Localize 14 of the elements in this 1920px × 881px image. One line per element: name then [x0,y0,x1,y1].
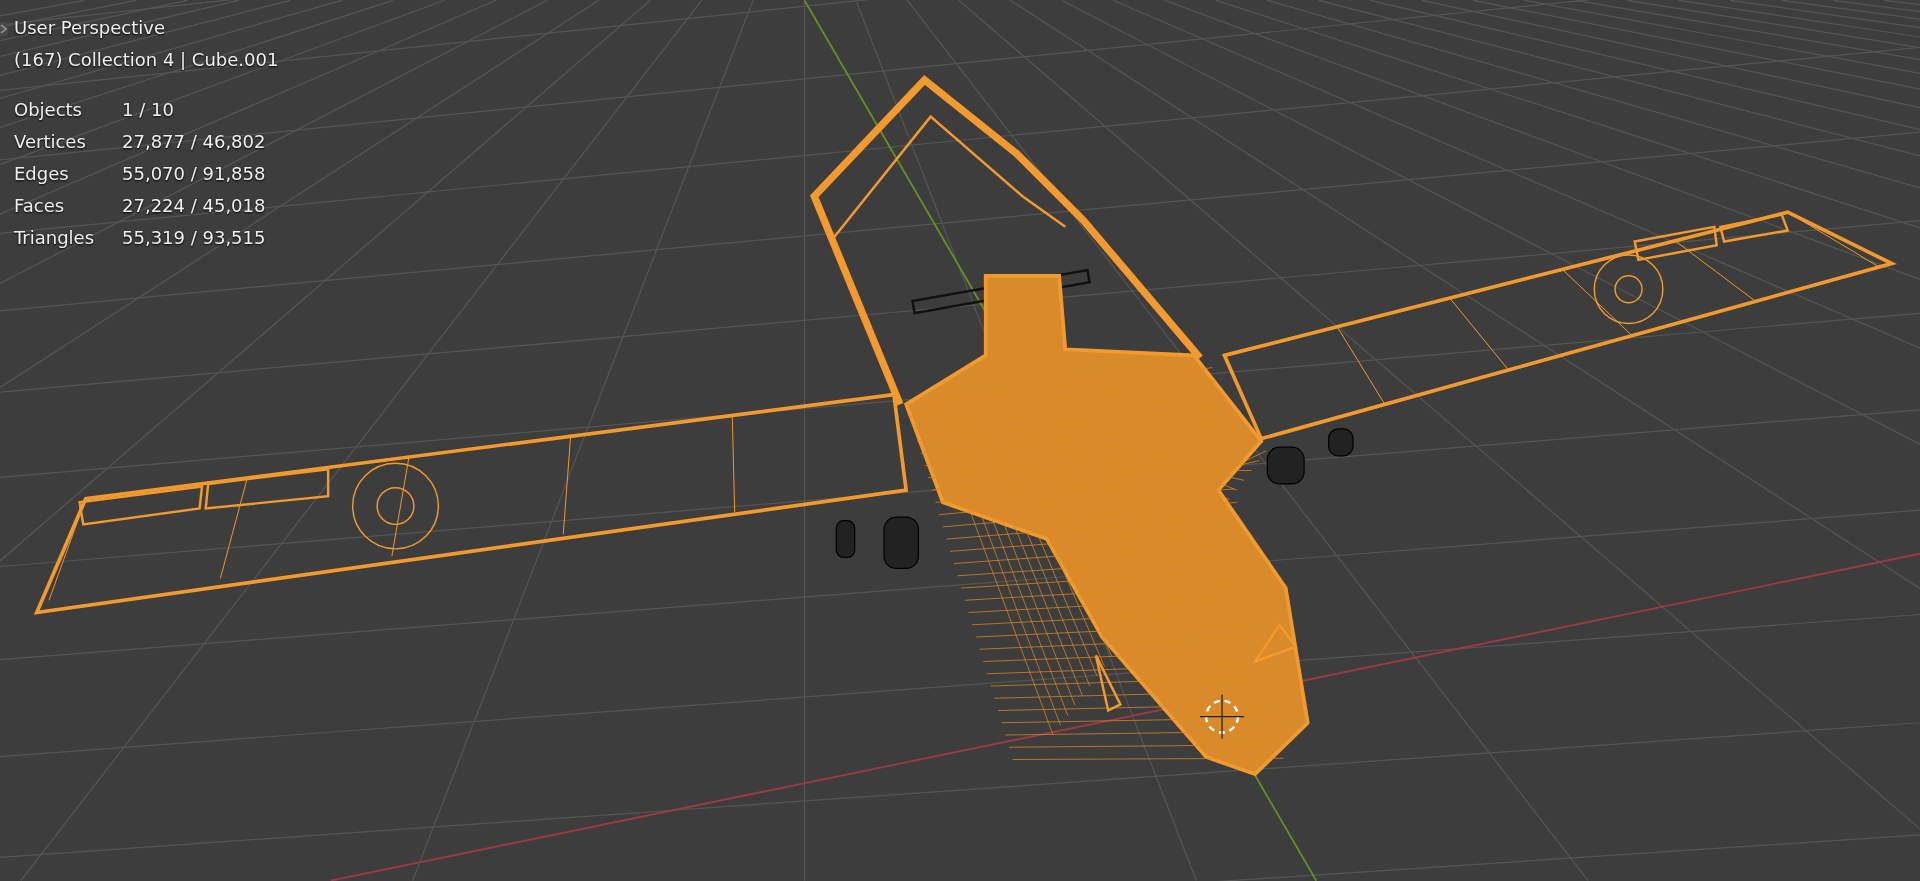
stat-label: Faces [14,194,66,218]
stat-value: 1 / 10 [122,98,175,122]
stat-value: 55,070 / 91,858 [122,162,267,186]
toolbar-expand-icon[interactable] [0,22,8,36]
collection-object-label: (167) Collection 4 | Cube.001 [14,48,279,72]
stat-value: 27,224 / 45,018 [122,194,267,218]
stat-value: 55,319 / 93,515 [122,226,267,250]
stat-label: Edges [14,162,70,186]
stat-label: Objects [14,98,83,122]
view-name: User Perspective [14,16,166,40]
stat-label: Vertices [14,130,87,154]
stat-value: 27,877 / 46,802 [122,130,267,154]
crosshair-icon [1199,693,1245,740]
stat-label: Triangles [14,226,96,250]
